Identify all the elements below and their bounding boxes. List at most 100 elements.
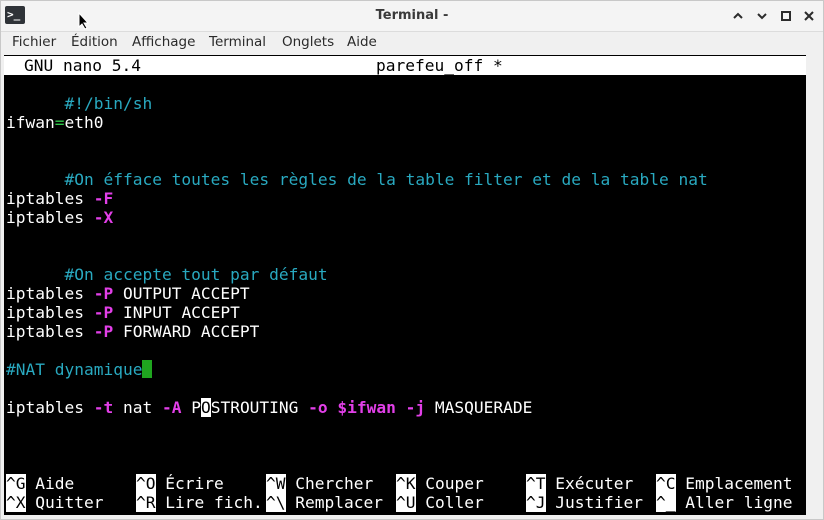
shortcut-aide[interactable]: ^G Aide xyxy=(6,474,74,493)
menu-edition[interactable]: Édition xyxy=(71,32,118,54)
shortcut-executer[interactable]: ^T Exécuter xyxy=(526,474,633,493)
shortcut-label: Aide xyxy=(25,474,75,493)
variable-text: $ifwan xyxy=(337,398,396,417)
code-line-masquerade: iptables -t nat -A POSTROUTING -o $ifwan… xyxy=(6,398,532,417)
shortcut-label: Quitter xyxy=(25,493,104,512)
text-cursor: O xyxy=(200,398,211,417)
var-name: ifwan xyxy=(6,113,55,132)
close-button[interactable] xyxy=(800,7,818,25)
comment-text: #On éfface toutes les règles de la table… xyxy=(64,170,708,189)
chevron-up-icon xyxy=(733,12,743,19)
menu-affichage[interactable]: Affichage xyxy=(132,32,195,54)
shortcut-label: Écrire xyxy=(155,474,224,493)
shortcut-label: Aller ligne xyxy=(675,493,793,512)
cmd-text: iptables xyxy=(6,284,94,303)
code-line-policy-input: iptables -P INPUT ACCEPT xyxy=(6,303,240,322)
comment-text: #NAT dynamique xyxy=(6,360,143,379)
shortcut-key: ^O xyxy=(136,474,156,493)
menu-aide[interactable]: Aide xyxy=(347,32,377,54)
shortcut-label: Chercher xyxy=(285,474,374,493)
menu-fichier[interactable]: Fichier xyxy=(12,32,56,54)
chain-text: P xyxy=(181,398,201,417)
code-line-shebang: #!/bin/sh xyxy=(6,75,152,113)
mouse-pointer-icon xyxy=(78,12,90,30)
shortcut-label: Remplacer xyxy=(285,493,383,512)
menu-terminal[interactable]: Terminal xyxy=(209,32,266,54)
var-value: eth0 xyxy=(64,113,104,132)
code-line-comment-flush: #On éfface toutes les règles de la table… xyxy=(6,151,707,189)
flag-text: -P xyxy=(93,303,114,322)
shortcut-label: Exécuter xyxy=(545,474,634,493)
menu-onglets[interactable]: Onglets xyxy=(282,32,334,54)
shortcut-chercher[interactable]: ^W Chercher xyxy=(266,474,373,493)
cmd-text: iptables xyxy=(6,189,94,208)
shortcut-justifier[interactable]: ^J Justifier xyxy=(526,493,643,512)
code-line-comment-accept: #On accepte tout par défaut xyxy=(6,246,327,284)
cmd-text: iptables xyxy=(6,398,94,417)
policy-text: INPUT ACCEPT xyxy=(113,303,240,322)
code-line-policy-output: iptables -P OUTPUT ACCEPT xyxy=(6,284,250,303)
minimize-button[interactable] xyxy=(729,7,747,25)
target-text: MASQUERADE xyxy=(425,398,533,417)
terminal-scrollbar[interactable] xyxy=(807,55,821,515)
chain-text: STROUTING xyxy=(210,398,309,417)
nano-filename: parefeu_off * xyxy=(376,56,503,75)
title-bar[interactable]: >_ Terminal - xyxy=(1,1,823,32)
comment-text: #On accepte tout par défaut xyxy=(64,265,328,284)
nano-header-bar: GNU nano 5.4 parefeu_off * xyxy=(4,56,806,75)
shebang-text: #!/bin/sh xyxy=(64,94,153,113)
shortcut-lire-fichier[interactable]: ^R Lire fich. xyxy=(136,493,263,512)
shortcut-remplacer[interactable]: ^\ Remplacer xyxy=(266,493,383,512)
chevron-down-icon xyxy=(757,13,767,20)
shortcut-label: Couper xyxy=(415,474,484,493)
terminal-area[interactable]: GNU nano 5.4 parefeu_off * #!/bin/sh ifw… xyxy=(4,55,806,515)
shortcut-quitter[interactable]: ^X Quitter xyxy=(6,493,103,512)
shortcut-aller-ligne[interactable]: ^_ Aller ligne xyxy=(656,493,792,512)
shortcut-key: ^W xyxy=(266,474,286,493)
shortcut-ecrire[interactable]: ^O Écrire xyxy=(136,474,224,493)
flag-text: -F xyxy=(93,189,114,208)
code-line-ifwan: ifwan=eth0 xyxy=(6,113,103,132)
shortcut-key: ^R xyxy=(136,493,156,512)
flag-text: -A xyxy=(161,398,182,417)
shortcut-coller[interactable]: ^U Coller xyxy=(396,493,484,512)
policy-text: OUTPUT ACCEPT xyxy=(113,284,250,303)
flag-text: -X xyxy=(93,208,114,227)
shortcut-label: Coller xyxy=(415,493,484,512)
flag-text: -o xyxy=(308,398,328,417)
nano-version: GNU nano 5.4 xyxy=(24,56,141,75)
code-line-comment-nat: #NAT dynamique xyxy=(6,360,153,379)
cmd-text: iptables xyxy=(6,303,94,322)
shortcut-key: ^J xyxy=(526,493,546,512)
shortcut-label: Justifier xyxy=(545,493,643,512)
highlight-cursor xyxy=(142,360,153,378)
code-line-policy-forward: iptables -P FORWARD ACCEPT xyxy=(6,322,259,341)
table-text: nat xyxy=(113,398,162,417)
space-text xyxy=(396,398,406,417)
space-text xyxy=(328,398,338,417)
menu-bar: Fichier Édition Affichage Terminal Ongle… xyxy=(1,32,823,54)
code-line-delete: iptables -X xyxy=(6,208,113,227)
shortcut-couper[interactable]: ^K Couper xyxy=(396,474,484,493)
restore-button[interactable] xyxy=(777,7,795,25)
flag-text: -P xyxy=(93,284,114,303)
shortcut-key: ^T xyxy=(526,474,546,493)
maximize-button[interactable] xyxy=(753,7,771,25)
code-line-flush: iptables -F xyxy=(6,189,113,208)
close-icon xyxy=(804,11,814,21)
cmd-text: iptables xyxy=(6,208,94,227)
shortcut-key: ^G xyxy=(6,474,26,493)
shortcut-key: ^_ xyxy=(656,493,676,512)
shortcut-key: ^C xyxy=(656,474,676,493)
shortcut-label: Lire fich. xyxy=(155,493,263,512)
shortcut-key: ^U xyxy=(396,493,416,512)
shortcut-emplacement[interactable]: ^C Emplacement xyxy=(656,474,792,493)
policy-text: FORWARD ACCEPT xyxy=(113,322,260,341)
flag-text: -j xyxy=(405,398,426,417)
shortcut-key: ^K xyxy=(396,474,416,493)
shortcut-key: ^\ xyxy=(266,493,286,512)
flag-text: -t xyxy=(93,398,114,417)
terminal-window: >_ Terminal - Fichier Édition Affichage … xyxy=(0,0,824,520)
flag-text: -P xyxy=(93,322,114,341)
cmd-text: iptables xyxy=(6,322,94,341)
